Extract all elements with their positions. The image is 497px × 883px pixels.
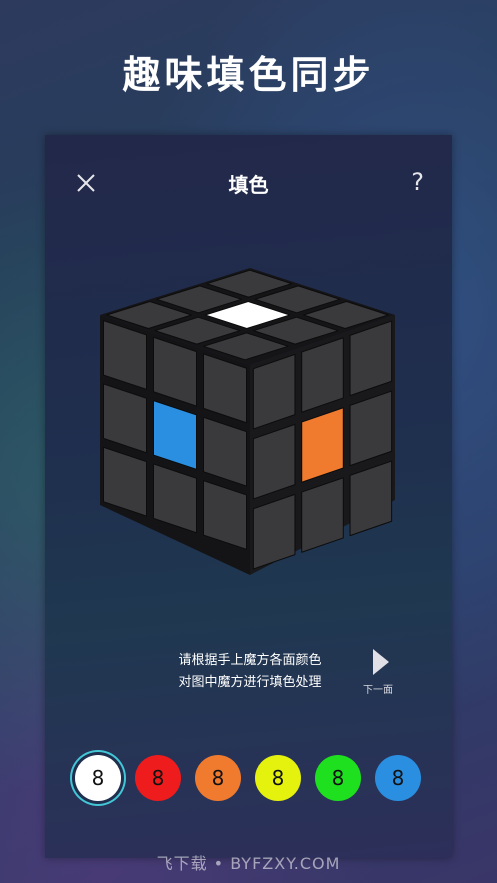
instruction-text: 请根据手上魔方各面颜色 对图中魔方进行填色处理: [140, 650, 360, 694]
instruction-line-1: 请根据手上魔方各面颜色: [178, 653, 322, 668]
instruction-line-2: 对图中魔方进行填色处理: [178, 675, 322, 690]
next-face-label[interactable]: 下一面: [353, 681, 403, 696]
color-swatch[interactable]: 8: [255, 755, 301, 801]
color-swatch[interactable]: 8: [195, 755, 241, 801]
promo-title: 趣味填色同步: [122, 53, 375, 97]
color-swatch[interactable]: 8: [75, 755, 121, 801]
color-swatch[interactable]: 8: [315, 755, 361, 801]
color-swatch[interactable]: 8: [375, 755, 421, 801]
help-button[interactable]: ?: [411, 168, 424, 196]
app-screen: 填色 ? 请根据手上魔方各面颜色 对图中魔方进行填色处理 下一面 888888: [45, 135, 452, 858]
next-arrow-icon[interactable]: [371, 647, 391, 677]
color-swatch[interactable]: 8: [135, 755, 181, 801]
watermark: 飞下载 • BYFZXY.COM: [156, 854, 341, 873]
page-title: 填色: [228, 173, 269, 197]
cube-3d-view[interactable]: [95, 260, 405, 580]
